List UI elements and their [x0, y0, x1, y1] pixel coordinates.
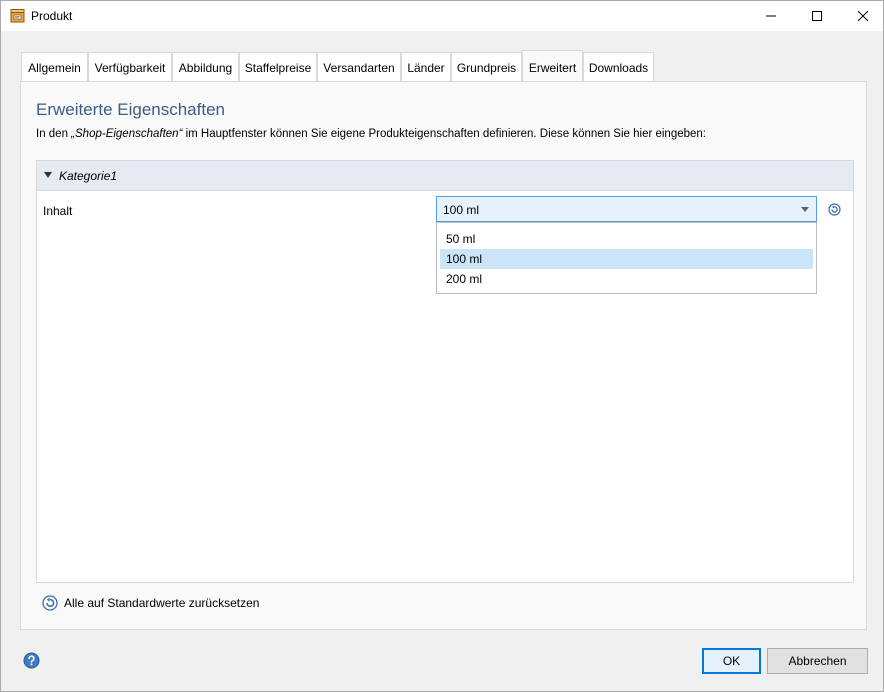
tab-laender[interactable]: Länder [401, 52, 451, 82]
title-bar: Produkt [1, 1, 883, 31]
tab-downloads[interactable]: Downloads [583, 52, 654, 82]
product-dialog: Produkt Allgemein Verfügbarkeit Abbildun… [0, 0, 884, 692]
description-emphasis: „Shop-Eigenschaften“ [71, 128, 183, 140]
close-icon [858, 11, 868, 21]
tab-staffelpreise[interactable]: Staffelpreise [239, 52, 317, 82]
window-title: Produkt [31, 9, 73, 23]
collapse-arrow-icon[interactable] [44, 172, 52, 178]
combobox-value: 100 ml [443, 203, 480, 217]
chevron-down-icon[interactable] [801, 207, 809, 212]
dropdown-option[interactable]: 200 ml [440, 269, 813, 289]
tab-verfuegbarkeit[interactable]: Verfügbarkeit [88, 52, 172, 82]
reset-all-link[interactable]: Alle auf Standardwerte zurücksetzen [42, 594, 259, 612]
property-grid: Kategorie1 Inhalt 100 ml 50 ml 100 ml 20… [36, 160, 854, 583]
category-header[interactable]: Kategorie1 [37, 161, 853, 191]
maximize-icon [812, 11, 822, 21]
cancel-button[interactable]: Abbrechen [767, 648, 868, 674]
tab-grundpreis[interactable]: Grundpreis [451, 52, 522, 82]
category-label: Kategorie1 [59, 169, 118, 183]
ok-button[interactable]: OK [702, 648, 761, 674]
help-icon[interactable] [23, 652, 40, 669]
tab-abbildung[interactable]: Abbildung [172, 52, 239, 82]
minimize-icon [766, 15, 776, 17]
tab-allgemein[interactable]: Allgemein [21, 52, 88, 82]
section-title: Erweiterte Eigenschaften [36, 100, 225, 119]
tab-versandarten[interactable]: Versandarten [317, 52, 401, 82]
close-button[interactable] [840, 1, 884, 31]
product-box-icon [10, 9, 25, 23]
tab-erweitert[interactable]: Erweitert [522, 50, 583, 82]
maximize-button[interactable] [794, 1, 840, 31]
dropdown-option[interactable]: 50 ml [440, 229, 813, 249]
dropdown-option-selected[interactable]: 100 ml [440, 249, 813, 269]
tab-panel-erweitert: Erweiterte Eigenschaften In den „Shop-Ei… [20, 81, 867, 630]
reset-all-label: Alle auf Standardwerte zurücksetzen [64, 596, 260, 610]
minimize-button[interactable] [748, 1, 794, 31]
property-label-inhalt: Inhalt [43, 204, 73, 218]
description-prefix: In den [36, 128, 72, 140]
inhalt-combobox[interactable]: 100 ml [436, 196, 817, 222]
section-description: In den „Shop-Eigenschaften“ im Hauptfens… [36, 128, 706, 140]
inhalt-dropdown-list: 50 ml 100 ml 200 ml [436, 222, 817, 294]
undo-icon [42, 595, 58, 611]
reset-value-icon[interactable] [828, 203, 841, 216]
description-suffix: im Hauptfenster können Sie eigene Produk… [182, 128, 707, 140]
